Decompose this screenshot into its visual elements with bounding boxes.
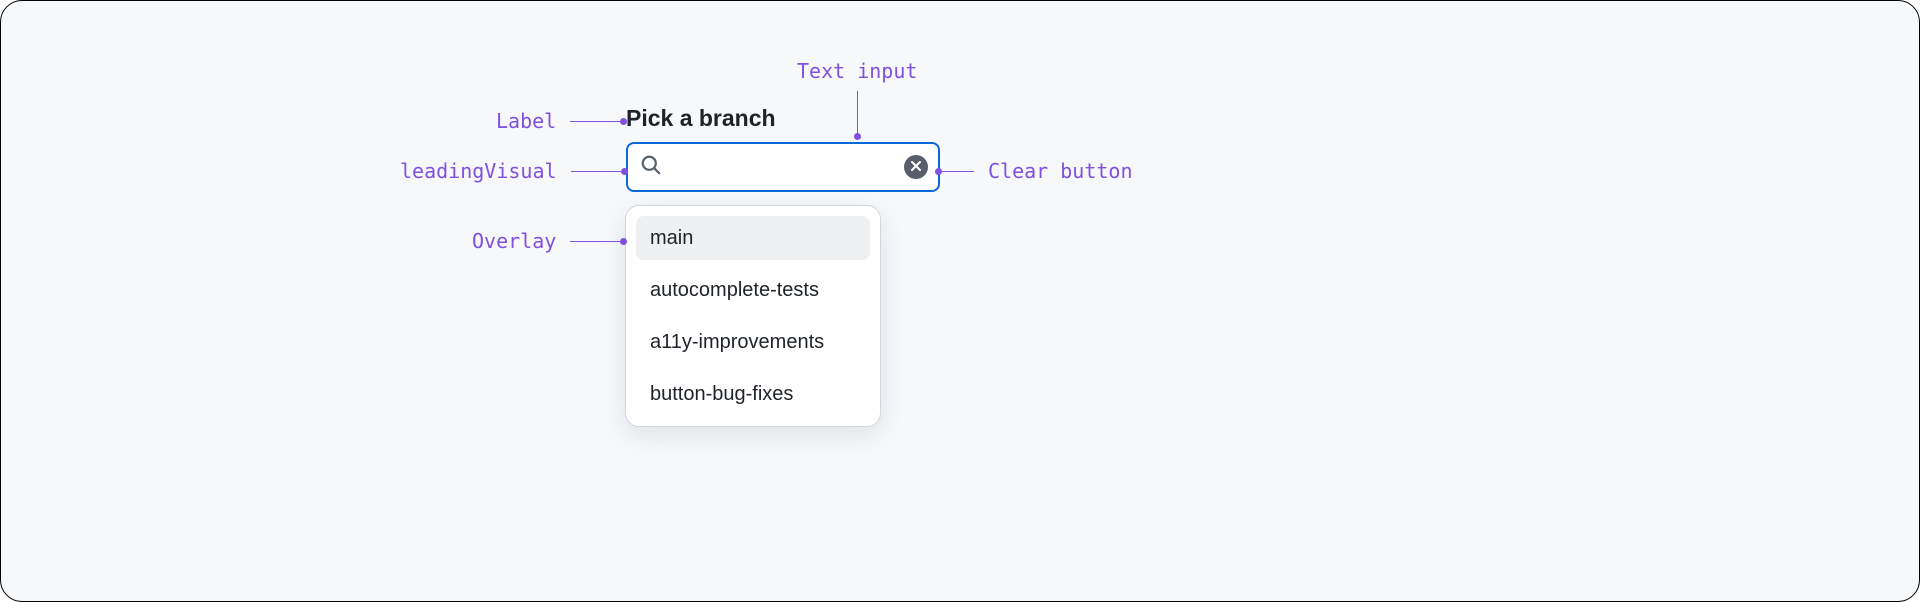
text-input-container[interactable] [626, 142, 940, 192]
branch-input[interactable] [672, 157, 894, 178]
annotation-label-callout: Label [496, 109, 627, 133]
overlay-item[interactable]: main [636, 216, 870, 260]
annotation-label: Label [496, 109, 556, 133]
overlay-item-label: main [650, 227, 693, 250]
annotation-clear-button: Clear button [935, 159, 1133, 183]
overlay-item-label: a11y-improvements [650, 331, 824, 354]
overlay-item-label: autocomplete-tests [650, 279, 819, 302]
overlay-item[interactable]: a11y-improvements [636, 320, 870, 364]
autocomplete-overlay: main autocomplete-tests a11y-improvement… [625, 205, 881, 427]
annotation-overlay: Overlay [472, 229, 627, 253]
overlay-item[interactable]: autocomplete-tests [636, 268, 870, 312]
diagram-canvas: Pick a branch main [0, 0, 1920, 602]
autocomplete-component: Pick a branch main [626, 105, 946, 192]
search-icon [640, 154, 662, 181]
annotation-label: Overlay [472, 229, 556, 253]
input-label: Pick a branch [626, 105, 946, 132]
overlay-item[interactable]: button-bug-fixes [636, 372, 870, 416]
overlay-item-label: button-bug-fixes [650, 383, 793, 406]
annotation-label: leadingVisual [400, 159, 557, 183]
close-icon [910, 160, 922, 175]
annotation-leading-visual: leadingVisual [400, 159, 628, 183]
annotation-label: Clear button [988, 159, 1133, 183]
annotation-label: Text input [797, 59, 917, 83]
clear-button[interactable] [904, 155, 928, 179]
